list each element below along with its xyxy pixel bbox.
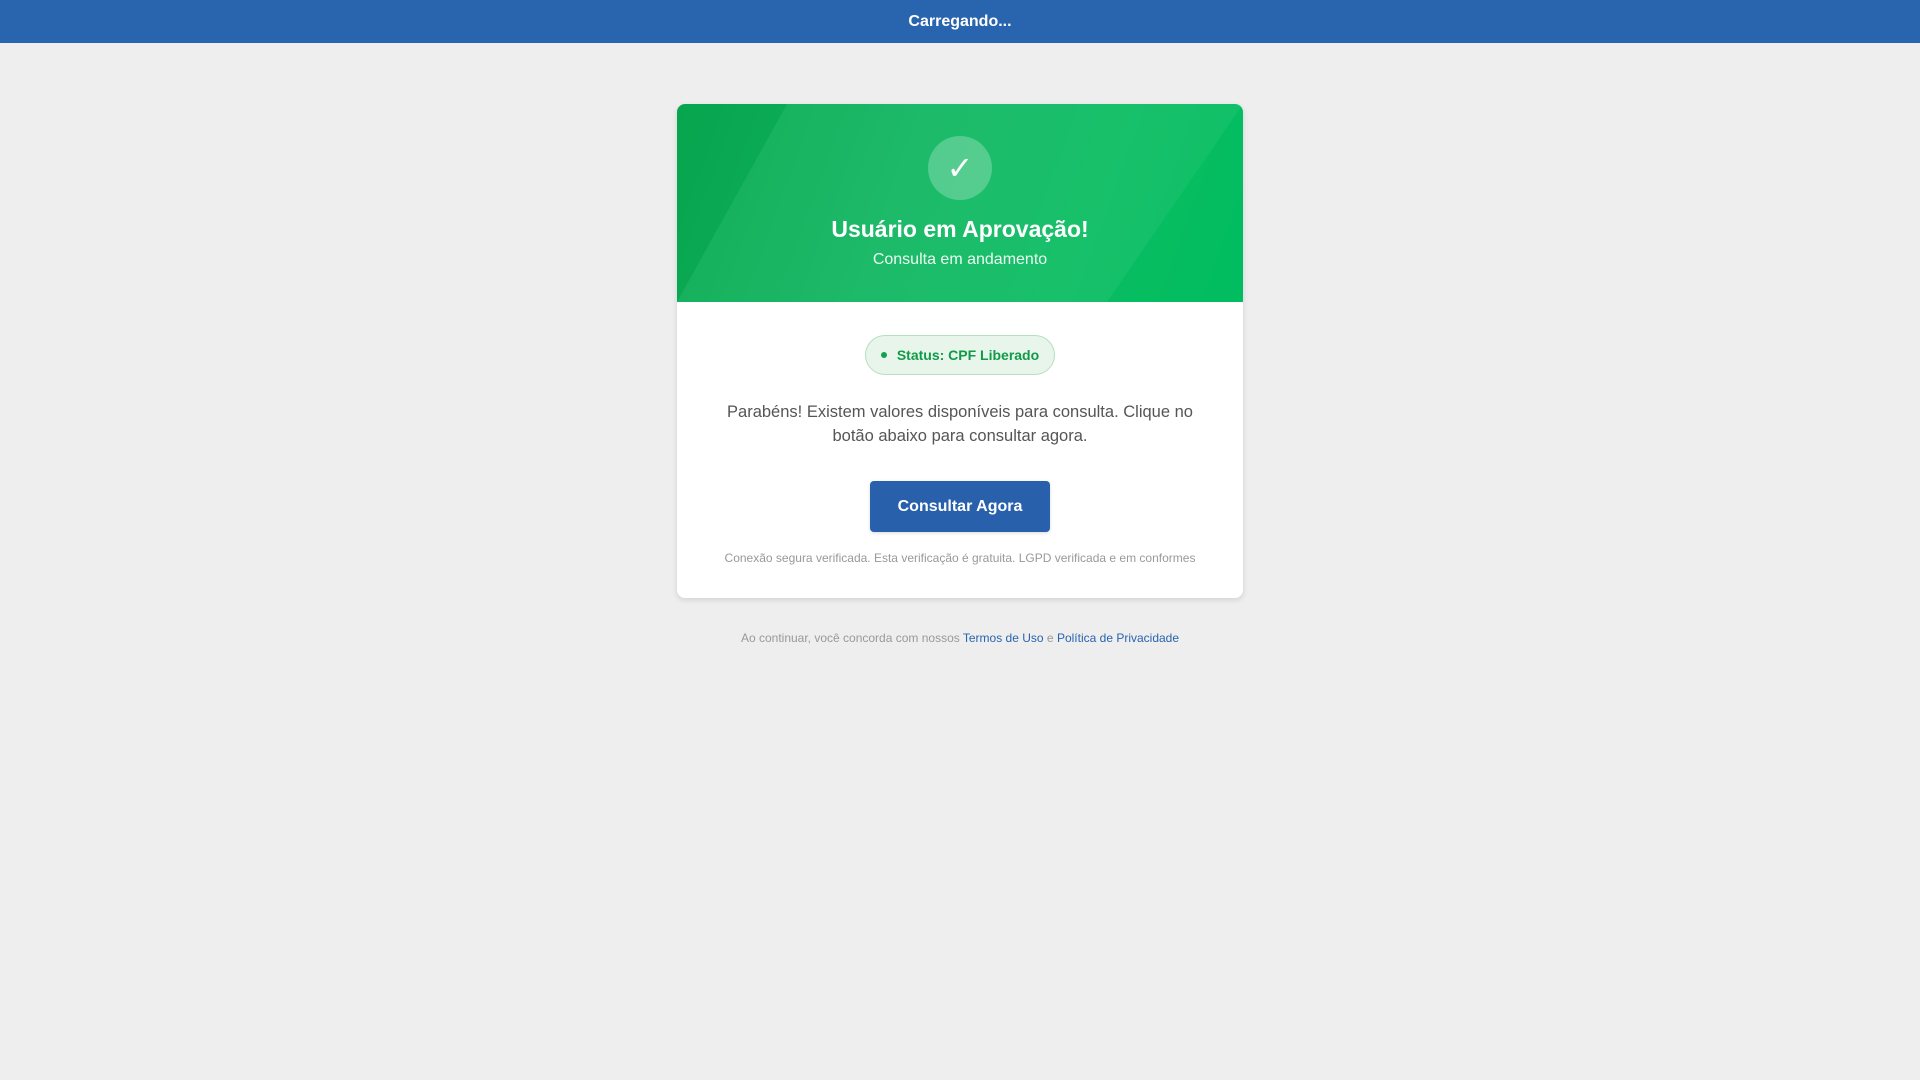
footer-consent: Ao continuar, você concorda com nossos T…	[0, 631, 1920, 645]
secure-connection-note: Conexão segura verificada. Esta verifica…	[724, 551, 1196, 565]
terms-of-use-link[interactable]: Termos de Uso	[963, 631, 1044, 645]
approval-card: ✓ Usuário em Aprovação! Consulta em anda…	[677, 104, 1243, 598]
status-dot-icon	[880, 352, 887, 358]
top-bar: Carregando...	[0, 0, 1920, 43]
info-message: Parabéns! Existem valores disponíveis pa…	[727, 403, 1193, 445]
footer-conjunction: e	[1046, 631, 1054, 645]
status-badge: Status: CPF Liberado	[865, 335, 1055, 375]
consultar-agora-button[interactable]: Consultar Agora	[870, 481, 1050, 532]
status-label: Status: CPF Liberado	[896, 347, 1040, 363]
privacy-policy-link[interactable]: Política de Privacidade	[1057, 631, 1179, 645]
check-icon: ✓	[928, 136, 992, 200]
loading-text: Carregando...	[908, 12, 1012, 30]
card-subtitle: Consulta em andamento	[872, 251, 1048, 268]
card-header: ✓ Usuário em Aprovação! Consulta em anda…	[677, 104, 1243, 302]
card-title: Usuário em Aprovação!	[831, 216, 1089, 242]
footer-prefix: Ao continuar, você concorda com nossos	[740, 631, 960, 645]
